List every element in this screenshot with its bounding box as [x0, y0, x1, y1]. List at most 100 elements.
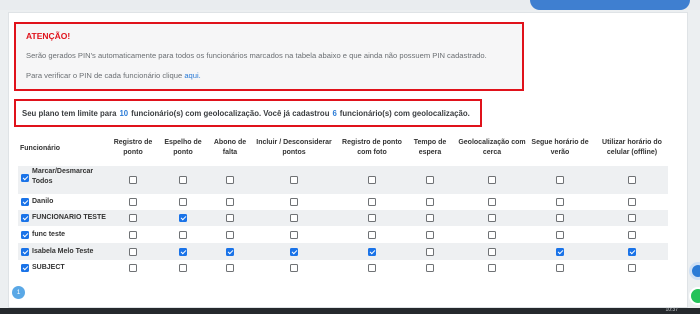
- table-row: Danilo: [18, 194, 668, 210]
- permission-checkbox-col-7[interactable]: [488, 247, 496, 256]
- permission-checkbox-col-3[interactable]: [226, 198, 234, 206]
- limit-suffix: funcionário(s) com geolocalização.: [339, 108, 470, 118]
- employee-name: FUNCIONARIO TESTE: [32, 214, 106, 221]
- alert-verify-link[interactable]: aqui.: [184, 71, 200, 80]
- permission-checkbox-col-7[interactable]: [488, 264, 496, 272]
- select-all-row: Marcar/Desmarcar Todos: [18, 166, 668, 194]
- permission-checkbox-col-6[interactable]: [426, 214, 434, 222]
- select-all-checkbox[interactable]: [21, 174, 29, 182]
- permission-checkbox-col-9[interactable]: [628, 247, 636, 256]
- permission-checkbox-col-2[interactable]: [179, 247, 187, 256]
- employee-name: func teste: [32, 230, 66, 238]
- header-col-4: Incluir / Desconsiderar pontos: [256, 139, 332, 156]
- employee-name: SUBJECT: [32, 264, 65, 271]
- chat-icon[interactable]: [689, 262, 700, 280]
- employee-checkbox[interactable]: [21, 247, 29, 256]
- permission-checkbox-col-6[interactable]: [426, 264, 434, 272]
- permission-checkbox-col-3[interactable]: [226, 230, 234, 239]
- permission-checkbox-col-8[interactable]: [556, 176, 564, 184]
- permission-checkbox-col-5[interactable]: [368, 230, 376, 239]
- permission-checkbox-col-7[interactable]: [488, 230, 496, 239]
- permission-checkbox-col-5[interactable]: [368, 214, 376, 222]
- table-row: func teste: [18, 226, 668, 243]
- permission-checkbox-col-1[interactable]: [129, 176, 137, 184]
- attention-alert: ATENÇÃO! Serão gerados PIN's automaticam…: [14, 22, 524, 91]
- permission-checkbox-col-9[interactable]: [628, 264, 636, 272]
- permission-checkbox-col-8[interactable]: [556, 214, 564, 222]
- alert-verify-text: Para verificar o PIN de cada funcionário…: [26, 71, 183, 80]
- header-col-1: Registro de ponto: [113, 139, 153, 156]
- permission-checkbox-col-9[interactable]: [628, 198, 636, 206]
- permission-checkbox-col-2[interactable]: [179, 198, 187, 206]
- permission-checkbox-col-8[interactable]: [556, 247, 564, 256]
- header-col-8: Segue horário de verão: [531, 139, 589, 156]
- employee-checkbox[interactable]: [21, 198, 29, 206]
- permission-checkbox-col-4[interactable]: [290, 230, 298, 239]
- permission-checkbox-col-8[interactable]: [556, 198, 564, 206]
- alert-title: ATENÇÃO!: [26, 31, 71, 41]
- permission-checkbox-col-8[interactable]: [556, 230, 564, 239]
- os-taskbar: 10:37: [0, 307, 700, 314]
- permission-checkbox-col-5[interactable]: [368, 198, 376, 206]
- limit-prefix: Seu plano tem limite para: [22, 108, 117, 118]
- permission-checkbox-col-4[interactable]: [290, 198, 298, 206]
- header-col-2: Espelho de ponto: [164, 139, 202, 156]
- table-row: Isabela Melo Teste: [18, 243, 668, 260]
- registered-count: 6: [332, 108, 337, 118]
- permission-checkbox-col-1[interactable]: [129, 214, 137, 222]
- permission-checkbox-col-2[interactable]: [179, 214, 187, 222]
- permission-checkbox-col-8[interactable]: [556, 264, 564, 272]
- permission-checkbox-col-1[interactable]: [129, 247, 137, 256]
- plan-limit-notice: Seu plano tem limite para 10 funcionário…: [14, 99, 482, 127]
- header-col-5: Registro de ponto com foto: [342, 139, 402, 156]
- limit-middle: funcionário(s) com geolocalização. Você …: [131, 108, 330, 118]
- table-row: SUBJECT: [18, 260, 668, 276]
- permission-checkbox-col-1[interactable]: [129, 264, 137, 272]
- permission-checkbox-col-9[interactable]: [628, 176, 636, 184]
- permission-checkbox-col-4[interactable]: [290, 247, 298, 256]
- select-all-label: Marcar/Desmarcar Todos: [32, 168, 94, 185]
- top-right-button[interactable]: [530, 0, 690, 10]
- header-col-6: Tempo de espera: [413, 139, 447, 156]
- employee-checkbox[interactable]: [21, 230, 29, 239]
- alert-text-pin: Serão gerados PIN's automaticamente para…: [26, 51, 487, 60]
- alert-text-verify: Para verificar o PIN de cada funcionário…: [26, 71, 512, 80]
- permission-checkbox-col-5[interactable]: [368, 247, 376, 256]
- permission-checkbox-col-3[interactable]: [226, 214, 234, 222]
- permission-checkbox-col-6[interactable]: [426, 230, 434, 239]
- header-funcionario: Funcionário: [20, 145, 61, 152]
- whatsapp-icon[interactable]: [689, 287, 700, 305]
- permission-checkbox-col-3[interactable]: [226, 176, 234, 184]
- permission-checkbox-col-1[interactable]: [129, 198, 137, 206]
- header-col-3: Abono de falta: [213, 139, 247, 156]
- permission-checkbox-col-1[interactable]: [129, 230, 137, 239]
- permission-checkbox-col-6[interactable]: [426, 247, 434, 256]
- permission-checkbox-col-3[interactable]: [226, 264, 234, 272]
- taskbar-clock: 10:37: [665, 307, 678, 313]
- employee-name: Isabela Melo Teste: [32, 247, 94, 255]
- employee-checkbox[interactable]: [21, 214, 29, 222]
- permission-checkbox-col-5[interactable]: [368, 264, 376, 272]
- permission-checkbox-col-2[interactable]: [179, 230, 187, 239]
- permission-checkbox-col-4[interactable]: [290, 214, 298, 222]
- permission-checkbox-col-7[interactable]: [488, 176, 496, 184]
- permission-checkbox-col-7[interactable]: [488, 198, 496, 206]
- page-1-button[interactable]: 1: [12, 286, 25, 299]
- permission-checkbox-col-6[interactable]: [426, 198, 434, 206]
- employee-checkbox[interactable]: [21, 264, 29, 272]
- permission-checkbox-col-4[interactable]: [290, 264, 298, 272]
- permission-checkbox-col-3[interactable]: [226, 247, 234, 256]
- permission-checkbox-col-9[interactable]: [628, 230, 636, 239]
- table-row: FUNCIONARIO TESTE: [18, 210, 668, 226]
- header-col-7: Geolocalização com cerca: [458, 139, 526, 156]
- header-col-9: Utilizar horário do celular (offline): [602, 139, 662, 156]
- top-bar: [0, 0, 700, 10]
- permission-checkbox-col-7[interactable]: [488, 214, 496, 222]
- permission-checkbox-col-9[interactable]: [628, 214, 636, 222]
- permission-checkbox-col-5[interactable]: [368, 176, 376, 184]
- limit-count: 10: [119, 108, 129, 118]
- permission-checkbox-col-4[interactable]: [290, 176, 298, 184]
- permission-checkbox-col-6[interactable]: [426, 176, 434, 184]
- permission-checkbox-col-2[interactable]: [179, 176, 187, 184]
- permission-checkbox-col-2[interactable]: [179, 264, 187, 272]
